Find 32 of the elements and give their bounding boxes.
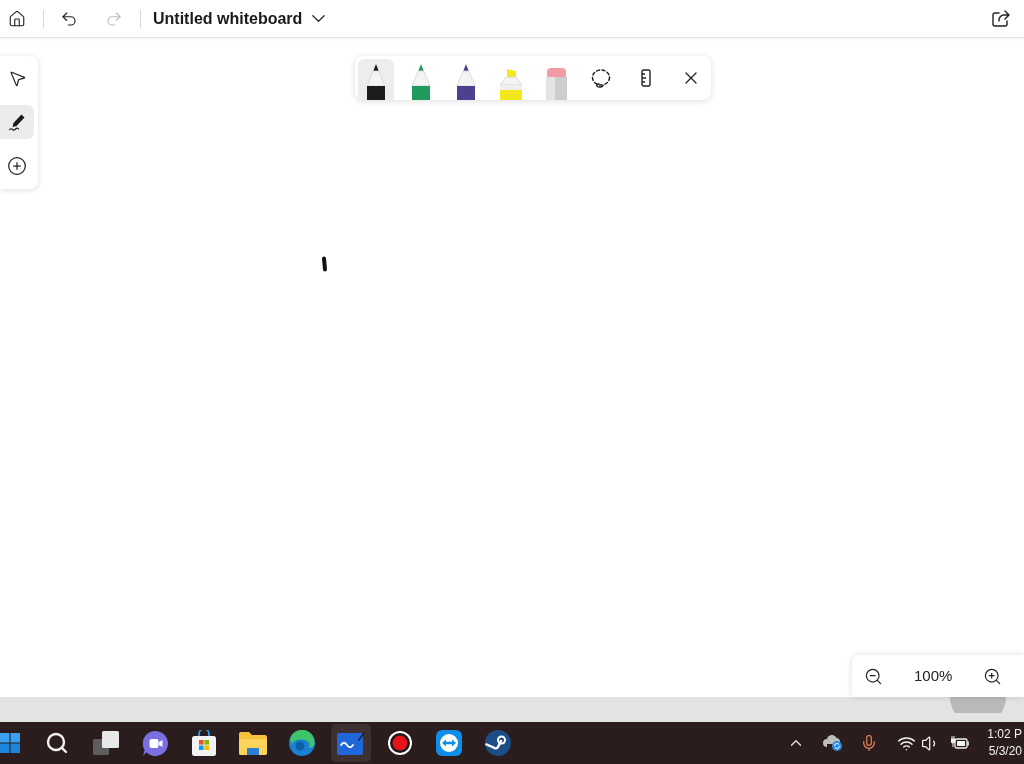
whiteboard-icon	[337, 731, 365, 755]
round-logo-icon	[485, 730, 511, 756]
ink-stroke	[321, 256, 328, 272]
lasso-icon	[591, 68, 611, 88]
pen-button[interactable]	[358, 59, 394, 100]
four-squares-logo-icon	[0, 733, 20, 753]
ruler-icon	[641, 69, 651, 87]
stacked-windows-icon	[93, 731, 119, 755]
zoom-in-icon	[982, 666, 1002, 686]
clock-date[interactable]: 5/3/20	[988, 743, 1022, 760]
redo-icon	[105, 9, 123, 28]
cloud-sync-icon[interactable]	[823, 735, 844, 751]
zoom-level: 100%	[914, 665, 953, 686]
undo-icon	[60, 9, 78, 28]
battery-charging-icon[interactable]	[951, 736, 970, 750]
record-icon	[388, 731, 412, 755]
chevron-down-icon	[312, 15, 326, 22]
eraser-icon	[545, 68, 567, 100]
zoom-out-icon	[863, 666, 883, 686]
clock-time[interactable]: 1:02 P	[987, 726, 1022, 743]
home-icon	[8, 9, 26, 28]
search-icon	[45, 731, 69, 755]
swirl-globe-icon	[289, 730, 315, 756]
share-icon	[992, 10, 1010, 27]
shopping-bag-icon	[191, 730, 217, 756]
folder-icon	[239, 731, 267, 755]
pen-scribble-icon	[8, 113, 26, 131]
plus-circle-icon	[7, 156, 27, 176]
title-dropdown[interactable]: Untitled whiteboard	[153, 3, 326, 34]
taskbar-app-button[interactable]	[331, 724, 371, 762]
video-chat-icon	[142, 730, 168, 756]
inking-button[interactable]	[0, 105, 34, 139]
